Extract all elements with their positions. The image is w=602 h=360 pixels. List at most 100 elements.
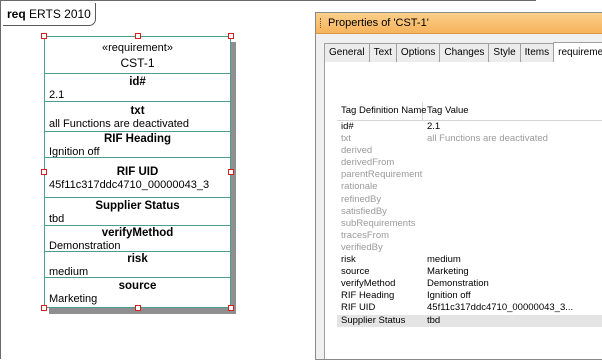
tag-value-cell[interactable]: tbd bbox=[423, 315, 440, 327]
tag-value-cell[interactable]: all Functions are deactivated bbox=[423, 133, 548, 145]
tag-name-cell: verifyMethod bbox=[341, 278, 396, 290]
column-header-tag-value[interactable]: Tag Value bbox=[423, 102, 469, 120]
table-row[interactable]: verifyMethod Demonstration bbox=[337, 278, 602, 290]
section-value: Marketing bbox=[49, 293, 98, 305]
table-row[interactable]: tracesFrom bbox=[337, 230, 602, 242]
grid-rows: id# 2.1 txt all Functions are deactivated de… bbox=[337, 121, 602, 327]
resize-handle-top-left[interactable] bbox=[41, 33, 47, 39]
tag-name-cell: derived bbox=[341, 145, 373, 157]
section-header: txt bbox=[130, 105, 145, 117]
requirement-element[interactable]: «requirement» CST-1 id# 2.1 txt all Functio… bbox=[44, 36, 231, 308]
table-row[interactable]: rationale bbox=[337, 181, 602, 193]
grid-header: Tag Definition NameTag Value bbox=[337, 102, 602, 121]
table-row[interactable]: RIF UID 45f11c317ddc4710_00000043_3... bbox=[337, 302, 602, 314]
table-row[interactable]: Supplier Status tbd bbox=[337, 314, 602, 327]
tab-general[interactable]: General bbox=[324, 43, 370, 62]
section-header: id# bbox=[129, 76, 146, 88]
section-value: all Functions are deactivated bbox=[49, 118, 190, 130]
tab-requirement[interactable]: requirement bbox=[553, 42, 602, 63]
resize-handle-bottom-center[interactable] bbox=[135, 305, 141, 311]
tag-name-cell: refinedBy bbox=[341, 193, 382, 205]
diagram-name: ERTS 2010 bbox=[29, 7, 91, 21]
resize-handle-bottom-left[interactable] bbox=[41, 305, 47, 311]
tag-name-cell: RIF Heading bbox=[341, 290, 395, 302]
resize-handle-top-center[interactable] bbox=[135, 33, 141, 39]
tag-name-cell: subRequirements bbox=[341, 217, 416, 229]
table-row[interactable]: verifiedBy bbox=[337, 242, 602, 254]
requirement-section: verifyMethod Demonstration bbox=[45, 226, 230, 252]
section-value: 2.1 bbox=[49, 89, 65, 101]
tag-name-cell: verifiedBy bbox=[341, 241, 383, 253]
tab-style[interactable]: Style bbox=[488, 43, 521, 62]
section-value: Ignition off bbox=[49, 146, 100, 158]
tag-name-cell: parentRequirement bbox=[341, 169, 423, 181]
table-row[interactable]: satisfiedBy bbox=[337, 206, 602, 218]
tab-options[interactable]: Options bbox=[395, 43, 441, 62]
requirement-tab-panel: Tag Definition NameTag Value id# 2.1 txt al… bbox=[324, 62, 602, 359]
requirement-section: Supplier Status tbd bbox=[45, 198, 230, 226]
properties-title: Properties of 'CST-1' bbox=[328, 17, 429, 29]
tag-name-cell: Supplier Status bbox=[341, 314, 406, 326]
drag-grip-icon[interactable] bbox=[320, 18, 323, 29]
table-row[interactable]: source Marketing bbox=[337, 266, 602, 278]
tagged-values-grid: Tag Definition NameTag Value id# 2.1 txt al… bbox=[337, 102, 602, 351]
diagram-frame-label: req ERTS 2010 bbox=[3, 3, 96, 26]
section-header: RIF UID bbox=[116, 166, 159, 178]
section-header: source bbox=[118, 280, 157, 292]
table-row[interactable]: risk medium bbox=[337, 254, 602, 266]
tag-name-cell: derivedFrom bbox=[341, 157, 395, 169]
requirement-sections: id# 2.1 txt all Functions are deactivated RI… bbox=[45, 74, 230, 306]
tag-name-cell: id# bbox=[341, 121, 354, 132]
diagram-kind-keyword: req bbox=[7, 7, 26, 21]
requirement-section: RIF Heading Ignition off bbox=[45, 132, 230, 158]
tag-value-cell[interactable]: Marketing bbox=[423, 266, 469, 278]
screenshot-root: req ERTS 2010 «requirement» CST-1 id# 2.1… bbox=[0, 0, 602, 360]
table-row[interactable]: RIF Heading Ignition off bbox=[337, 290, 602, 302]
tag-name-cell: source bbox=[341, 266, 370, 278]
requirement-name: CST-1 bbox=[120, 56, 155, 70]
section-header: Supplier Status bbox=[95, 200, 180, 212]
requirement-stereotype: «requirement» bbox=[102, 42, 173, 54]
properties-window: Properties of 'CST-1' General Text Options… bbox=[315, 12, 602, 360]
table-row[interactable]: derived bbox=[337, 145, 602, 157]
tab-items[interactable]: Items bbox=[519, 43, 555, 62]
resize-handle-middle-left[interactable] bbox=[41, 169, 47, 175]
tab-text[interactable]: Text bbox=[368, 43, 397, 62]
section-value: 45f11c317ddc4710_00000043_3 bbox=[49, 179, 210, 191]
section-header: verifyMethod bbox=[101, 227, 174, 239]
table-row[interactable]: txt all Functions are deactivated bbox=[337, 133, 602, 145]
tag-value-cell[interactable]: Ignition off bbox=[423, 290, 471, 302]
tab-changes[interactable]: Changes bbox=[439, 43, 490, 62]
resize-handle-bottom-right[interactable] bbox=[228, 305, 234, 311]
section-value: medium bbox=[49, 266, 89, 278]
properties-tabs: General Text Options Changes Style Items requi… bbox=[324, 42, 602, 63]
requirement-section: id# 2.1 bbox=[45, 74, 230, 102]
requirement-section: risk medium bbox=[45, 252, 230, 278]
properties-titlebar[interactable]: Properties of 'CST-1' bbox=[316, 13, 602, 34]
table-row[interactable]: subRequirements bbox=[337, 218, 602, 230]
table-row[interactable]: derivedFrom bbox=[337, 157, 602, 169]
requirement-section: RIF UID 45f11c317ddc4710_00000043_3 bbox=[45, 158, 230, 198]
tag-name-cell: satisfiedBy bbox=[341, 205, 387, 217]
tag-value-cell[interactable]: 2.1 bbox=[423, 121, 440, 133]
tag-value-cell[interactable]: Demonstration bbox=[423, 278, 489, 290]
resize-handle-top-right[interactable] bbox=[228, 33, 234, 39]
tag-value-cell[interactable]: medium bbox=[423, 254, 461, 266]
section-header: risk bbox=[127, 253, 148, 265]
requirement-section: source Marketing bbox=[45, 278, 230, 306]
table-row[interactable]: refinedBy bbox=[337, 194, 602, 206]
tag-name-cell: txt bbox=[341, 133, 352, 145]
tag-name-cell: RIF UID bbox=[341, 302, 376, 314]
tag-name-cell: tracesFrom bbox=[341, 229, 390, 241]
requirement-section: txt all Functions are deactivated bbox=[45, 102, 230, 132]
section-header: RIF Heading bbox=[103, 133, 172, 145]
table-row[interactable]: id# 2.1 bbox=[337, 121, 602, 133]
section-value: tbd bbox=[49, 213, 65, 225]
resize-handle-middle-right[interactable] bbox=[228, 169, 234, 175]
column-header-tag-name[interactable]: Tag Definition Name bbox=[337, 102, 427, 120]
requirement-header: «requirement» CST-1 bbox=[45, 37, 230, 74]
section-value: Demonstration bbox=[49, 240, 121, 252]
table-row[interactable]: parentRequirement bbox=[337, 169, 602, 181]
tag-name-cell: risk bbox=[341, 254, 356, 266]
tag-value-cell[interactable]: 45f11c317ddc4710_00000043_3... bbox=[423, 302, 573, 314]
